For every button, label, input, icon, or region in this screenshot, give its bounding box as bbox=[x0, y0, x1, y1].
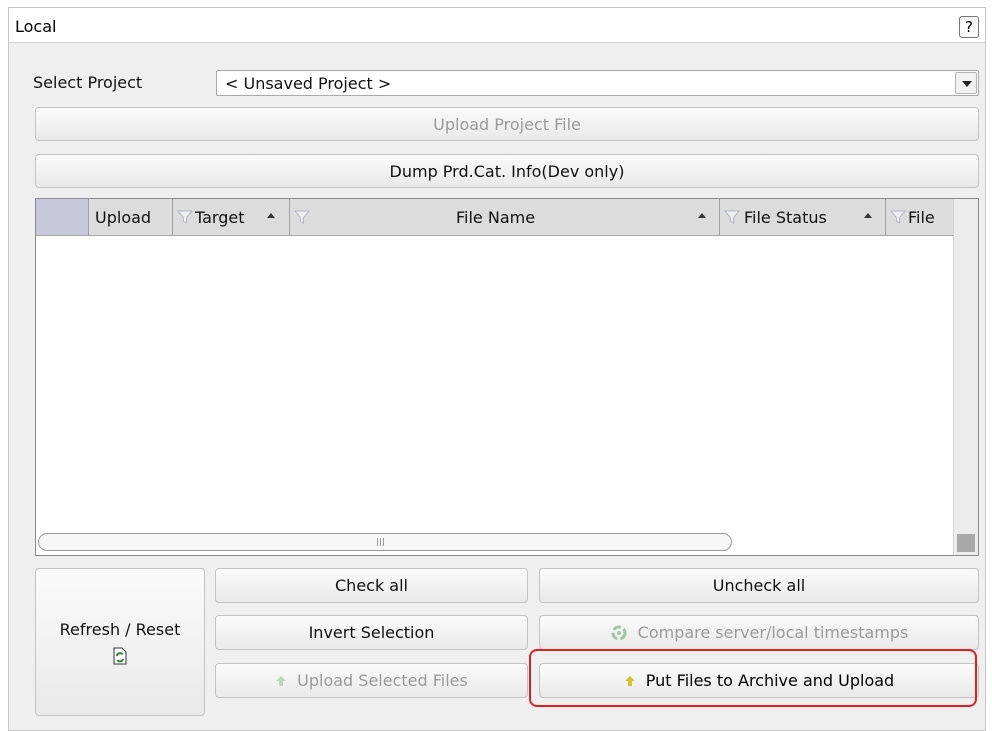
check-all-label: Check all bbox=[335, 576, 408, 595]
column-upload-label: Upload bbox=[95, 208, 152, 227]
help-button[interactable]: ? bbox=[959, 16, 979, 38]
dropdown-arrow-icon[interactable] bbox=[955, 72, 977, 94]
column-file-status-label: File Status bbox=[744, 208, 827, 227]
uncheck-all-label: Uncheck all bbox=[712, 576, 806, 595]
title-bar: Local ? bbox=[9, 8, 985, 43]
column-file-label: File bbox=[908, 208, 935, 227]
refresh-icon bbox=[113, 647, 127, 664]
sort-asc-icon[interactable] bbox=[698, 213, 706, 218]
refresh-reset-button[interactable]: Refresh / Reset bbox=[35, 568, 205, 716]
filter-icon[interactable] bbox=[890, 209, 906, 225]
compare-timestamps-button[interactable]: Compare server/local timestamps bbox=[539, 615, 979, 650]
upload-project-file-button[interactable]: Upload Project File bbox=[35, 107, 979, 141]
uncheck-all-button[interactable]: Uncheck all bbox=[539, 568, 979, 603]
upload-selected-button[interactable]: Upload Selected Files bbox=[215, 663, 528, 698]
column-file-name[interactable]: File Name bbox=[290, 199, 720, 235]
column-upload[interactable]: Upload bbox=[89, 199, 173, 235]
help-icon: ? bbox=[965, 18, 973, 36]
upload-selected-label: Upload Selected Files bbox=[297, 671, 468, 690]
check-all-button[interactable]: Check all bbox=[215, 568, 528, 603]
horizontal-scrollbar[interactable] bbox=[38, 533, 732, 551]
upload-project-file-label: Upload Project File bbox=[433, 114, 581, 134]
panel-title: Local bbox=[15, 17, 57, 36]
highlight-outline bbox=[529, 649, 977, 707]
compare-icon bbox=[611, 625, 627, 640]
invert-selection-button[interactable]: Invert Selection bbox=[215, 615, 528, 650]
invert-selection-label: Invert Selection bbox=[308, 623, 435, 642]
dump-info-label: Dump Prd.Cat. Info(Dev only) bbox=[389, 161, 625, 181]
project-select[interactable]: < Unsaved Project > bbox=[216, 70, 979, 96]
column-target[interactable]: Target bbox=[173, 199, 290, 235]
compare-timestamps-label: Compare server/local timestamps bbox=[637, 623, 909, 642]
column-file[interactable]: File bbox=[886, 199, 954, 235]
column-file-name-label: File Name bbox=[456, 208, 536, 227]
select-project-label: Select Project bbox=[33, 73, 143, 92]
vertical-scrollbar[interactable] bbox=[953, 199, 978, 555]
grid-header: Upload Target File Name File Status File bbox=[36, 199, 954, 236]
column-target-label: Target bbox=[195, 208, 245, 227]
dump-info-button[interactable]: Dump Prd.Cat. Info(Dev only) bbox=[35, 154, 979, 188]
scrollbar-grip-icon[interactable] bbox=[377, 538, 386, 546]
row-selector-header bbox=[36, 199, 89, 235]
sort-asc-icon[interactable] bbox=[267, 213, 275, 218]
refresh-reset-label: Refresh / Reset bbox=[59, 619, 181, 639]
upload-arrow-icon bbox=[276, 675, 287, 686]
filter-icon[interactable] bbox=[724, 209, 740, 225]
column-file-status[interactable]: File Status bbox=[720, 199, 886, 235]
filter-icon[interactable] bbox=[294, 209, 310, 225]
scroll-corner bbox=[957, 534, 975, 552]
filter-icon[interactable] bbox=[177, 209, 193, 225]
files-grid[interactable]: Upload Target File Name File Status File bbox=[35, 198, 979, 556]
project-select-value: < Unsaved Project > bbox=[225, 74, 392, 93]
sort-asc-icon[interactable] bbox=[864, 213, 872, 218]
local-panel: Local ? Select Project < Unsaved Project… bbox=[8, 7, 986, 731]
